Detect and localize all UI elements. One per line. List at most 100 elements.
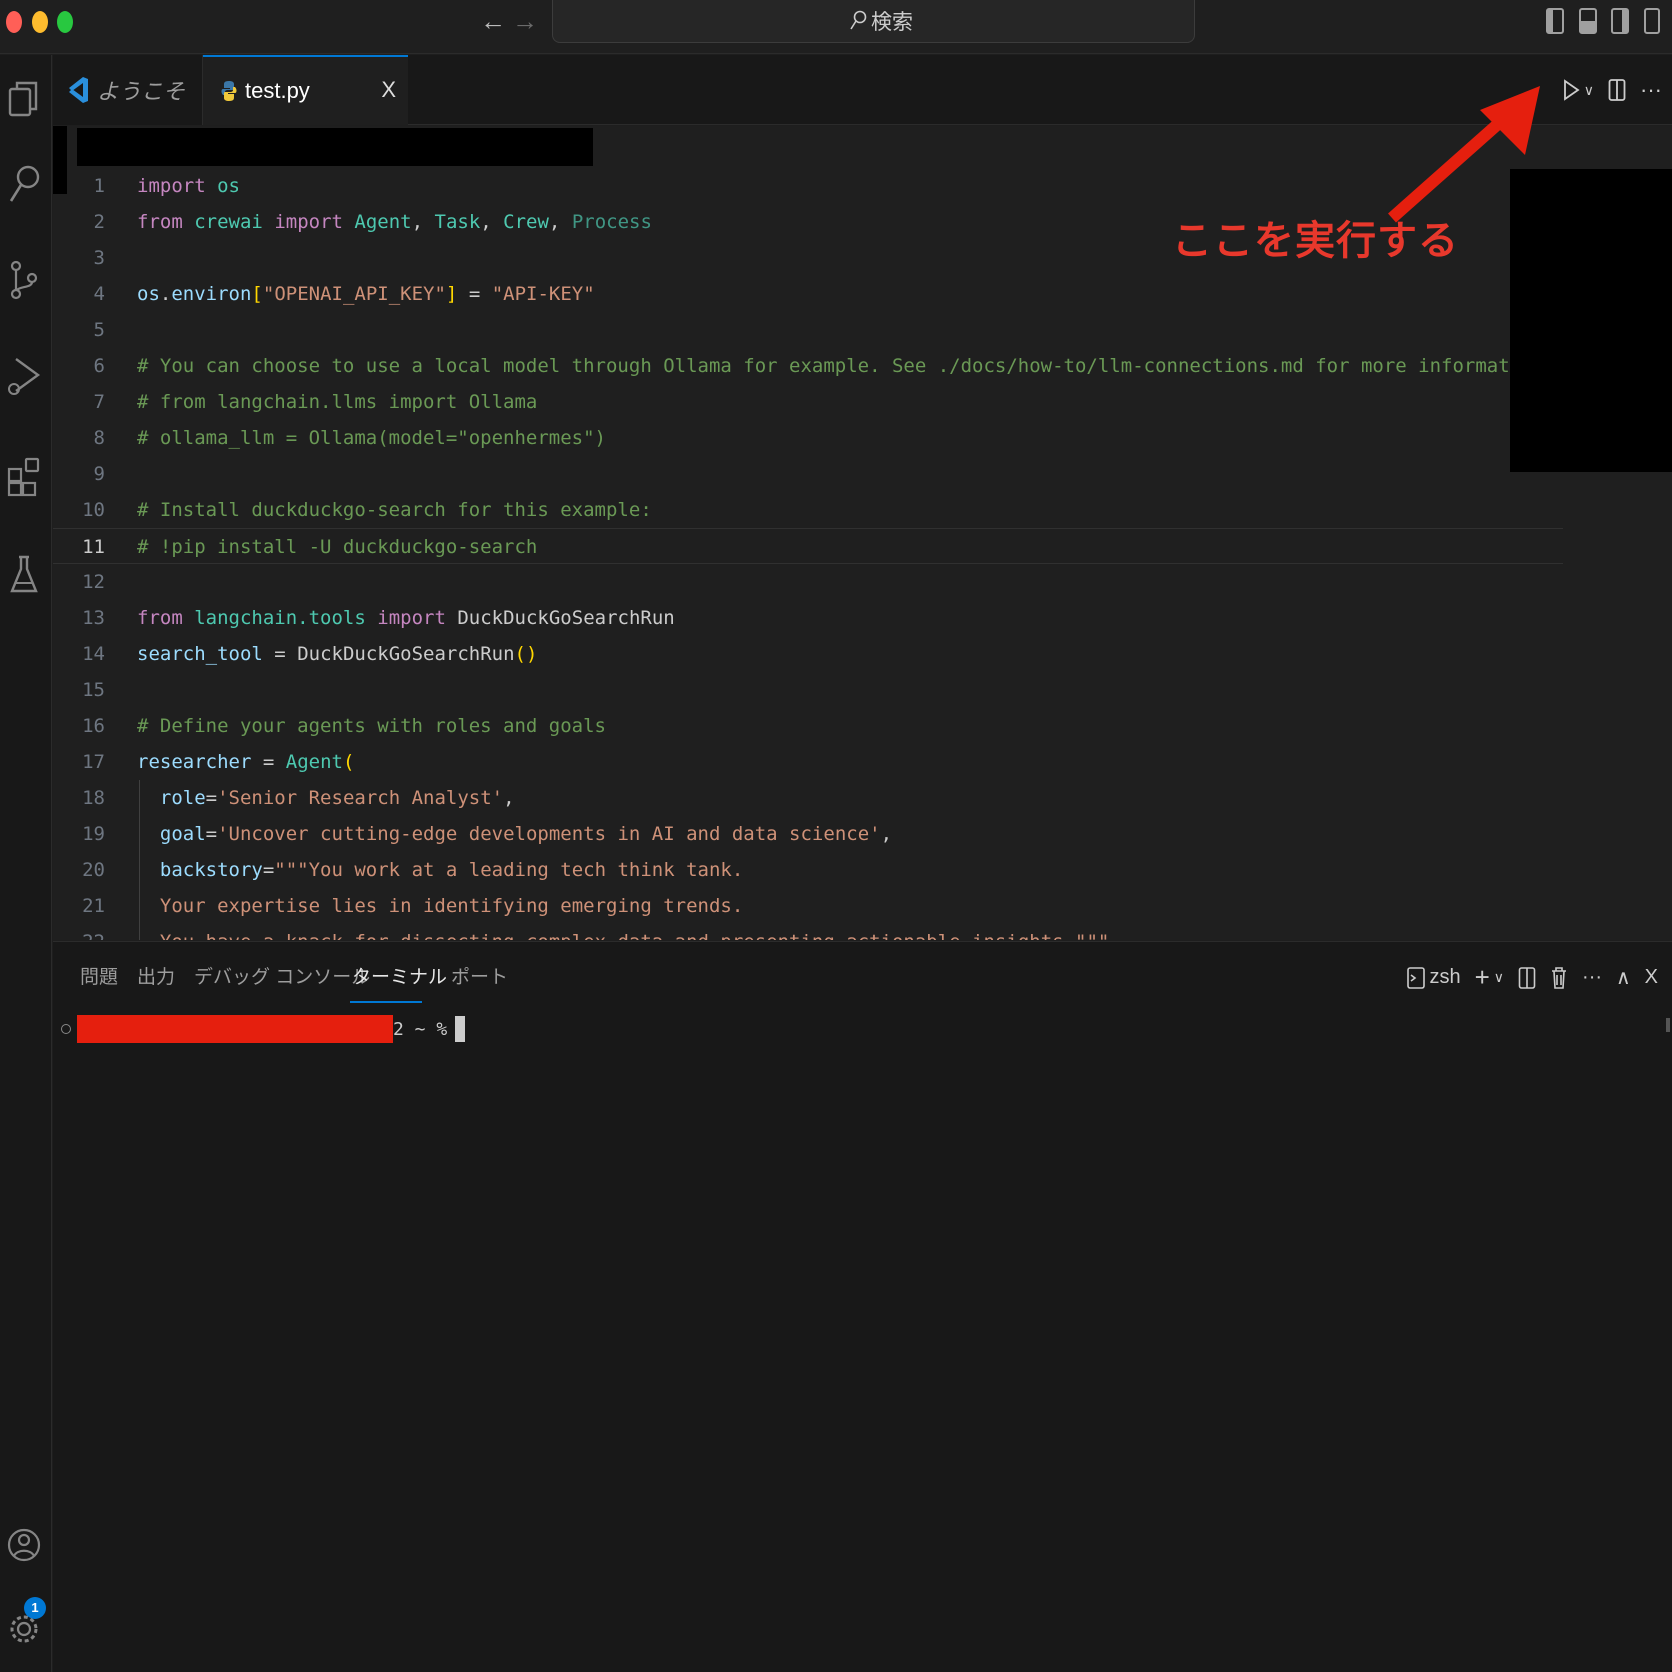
explorer-icon[interactable] [6,77,42,121]
split-editor-icon[interactable] [1608,78,1626,102]
chevron-down-icon[interactable]: ∨ [1584,82,1594,99]
comment: # Install duckduckgo-search for this exa… [137,499,652,521]
code-line: 4 os.environ["OPENAI_API_KEY"] = "API-KEY… [53,276,1563,312]
extensions-icon[interactable] [6,455,42,499]
comment: # Define your agents with roles and goal… [137,715,606,737]
comment: # !pip install -U duckduckgo-search [137,536,538,558]
line-number: 20 [82,859,105,881]
search-label: 検索 [871,11,913,34]
terminal-prompt-line[interactable]: 2 ~ % [61,1014,466,1044]
terminal-scrollbar[interactable] [1666,1018,1670,1032]
line-number: 8 [93,427,105,449]
trash-icon[interactable] [1550,966,1568,990]
line-number: 14 [82,643,105,665]
more-actions-icon[interactable]: ··· [1582,966,1602,989]
line-number: 3 [93,247,105,269]
minimize-window-button[interactable] [32,11,48,33]
token: Your expertise lies in identifying emerg… [159,895,744,917]
token: role [159,787,206,809]
line-number: 19 [82,823,105,845]
token: goal [159,823,206,845]
close-tab-button[interactable]: X [381,77,396,103]
line-number: 2 [93,211,105,233]
run-and-debug-icon[interactable] [6,355,42,399]
comment: # ollama_llm = Ollama(model="openhermes"… [137,427,606,449]
token: researcher [137,751,252,773]
bottom-panel: 問題 出力 デバッグ コンソール ターミナル ポート zsh + ∨ ··· ∧… [53,941,1672,1672]
line-number: 4 [93,283,105,305]
line-number: 12 [82,571,105,593]
tab-problems[interactable]: 問題 [80,962,118,989]
code-line: 8 # ollama_llm = Ollama(model="openhermes… [53,420,1563,456]
accounts-badge: 1 [24,1597,46,1619]
line-number: 21 [82,895,105,917]
split-terminal-icon[interactable] [1518,966,1536,990]
line-number: 16 [82,715,105,737]
activity-bar: 1 [0,55,52,1672]
vscode-logo-icon [69,77,88,103]
back-arrow-icon[interactable]: ← [480,6,506,37]
terminal-shell-label[interactable]: zsh [1429,966,1460,989]
terminal-actions: zsh + ∨ ··· ∧ X [1407,962,1658,993]
token: langchain.tools [194,607,366,629]
testing-flask-icon[interactable] [6,553,42,597]
token: """You work at a leading tech think tank… [274,859,744,881]
token: = [274,643,286,665]
code-line: 5 [53,312,1563,348]
new-terminal-plus-icon[interactable]: + [1475,962,1490,993]
comment: # You can choose to use a local model th… [137,355,1556,377]
code-line: 19 goal='Uncover cutting-edge developmen… [53,816,1563,852]
tab-debug-console[interactable]: デバッグ コンソール [194,962,370,989]
run-python-file-icon[interactable] [1562,78,1580,102]
token: crewai [194,211,263,233]
code-line: 20 backstory="""You work at a leading te… [53,852,1563,888]
token: Agent [285,751,343,773]
forward-arrow-icon[interactable]: → [512,6,538,37]
toggle-primary-sidebar-icon[interactable] [1546,8,1564,34]
tab-test-py[interactable]: test.py X [203,55,408,125]
close-panel-icon[interactable]: X [1645,966,1658,989]
python-icon [221,81,237,101]
close-window-button[interactable] [6,11,22,33]
token: import [137,175,206,197]
toggle-panel-icon[interactable] [1579,8,1597,34]
token: Process [571,211,652,233]
line-number: 7 [93,391,105,413]
code-line: 13 from langchain.tools import DuckDuckGo… [53,600,1563,636]
source-control-icon[interactable] [6,258,42,302]
chevron-down-icon[interactable]: ∨ [1494,969,1504,986]
token: backstory [159,859,263,881]
token: DuckDuckGoSearchRun [457,607,675,629]
search-icon [850,10,867,30]
token: from [137,607,183,629]
tab-output[interactable]: 出力 [137,962,175,989]
tab-ports[interactable]: ポート [451,962,508,989]
customize-layout-icon[interactable] [1644,8,1660,34]
toggle-secondary-sidebar-icon[interactable] [1611,8,1629,34]
tab-terminal[interactable]: ターミナル [352,962,447,989]
line-number: 13 [82,607,105,629]
more-actions-icon[interactable]: ··· [1640,77,1662,103]
token: "API-KEY" [491,283,595,305]
code-line: 10 # Install duckduckgo-search for this e… [53,492,1563,528]
accounts-icon[interactable] [6,1523,42,1567]
line-number: 1 [93,175,105,197]
code-line: 17 researcher = Agent( [53,744,1563,780]
command-center-search[interactable]: 検索 [552,0,1195,43]
line-number: 18 [82,787,105,809]
tab-label: test.py [245,78,310,103]
annotation-label: ここを実行する [1172,218,1459,264]
search-view-icon[interactable] [6,163,42,207]
line-number: 5 [93,319,105,341]
active-tab-indicator [350,1001,422,1003]
maximize-panel-icon[interactable]: ∧ [1616,965,1631,990]
line-number: 6 [93,355,105,377]
tab-welcome[interactable]: ようこそ [53,55,203,125]
token: from [137,211,183,233]
token: "OPENAI_API_KEY" [262,283,446,305]
maximize-window-button[interactable] [57,11,73,33]
token: os [217,175,240,197]
token: = [468,283,481,305]
token: 'Senior Research Analyst' [217,787,504,809]
code-line: 14 search_tool = DuckDuckGoSearchRun() [53,636,1563,672]
